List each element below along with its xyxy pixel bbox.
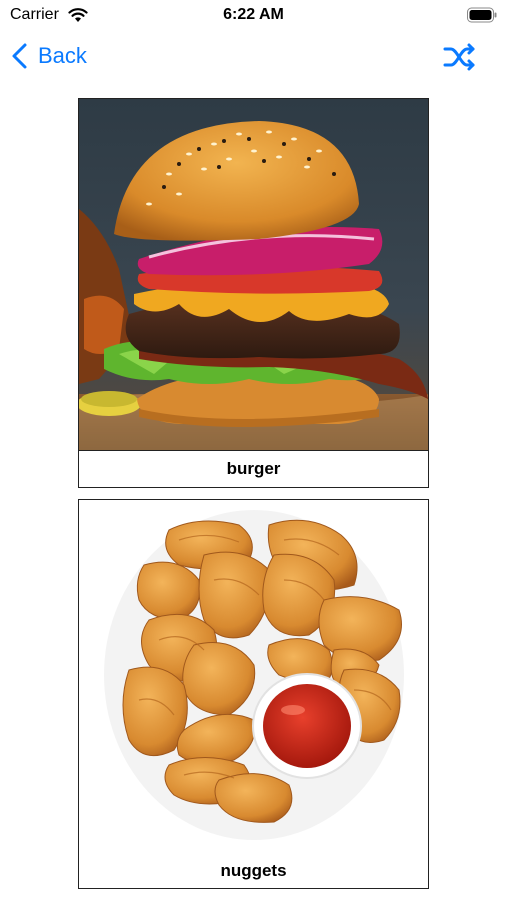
burger-photo xyxy=(79,99,428,451)
navigation-bar: Back xyxy=(0,38,507,78)
status-bar: Carrier 6:22 AM xyxy=(0,0,507,32)
status-time: 6:22 AM xyxy=(223,6,284,23)
food-card-nuggets[interactable]: nuggets xyxy=(78,499,429,889)
food-card-burger[interactable]: burger xyxy=(78,98,429,488)
back-label: Back xyxy=(38,43,87,68)
shuffle-icon[interactable] xyxy=(443,42,477,72)
back-button[interactable]: Back xyxy=(10,42,87,70)
battery-icon xyxy=(467,7,497,23)
chevron-left-icon xyxy=(12,43,27,69)
card-caption: nuggets xyxy=(220,861,287,880)
nuggets-photo xyxy=(79,500,428,851)
card-caption: burger xyxy=(226,459,281,478)
